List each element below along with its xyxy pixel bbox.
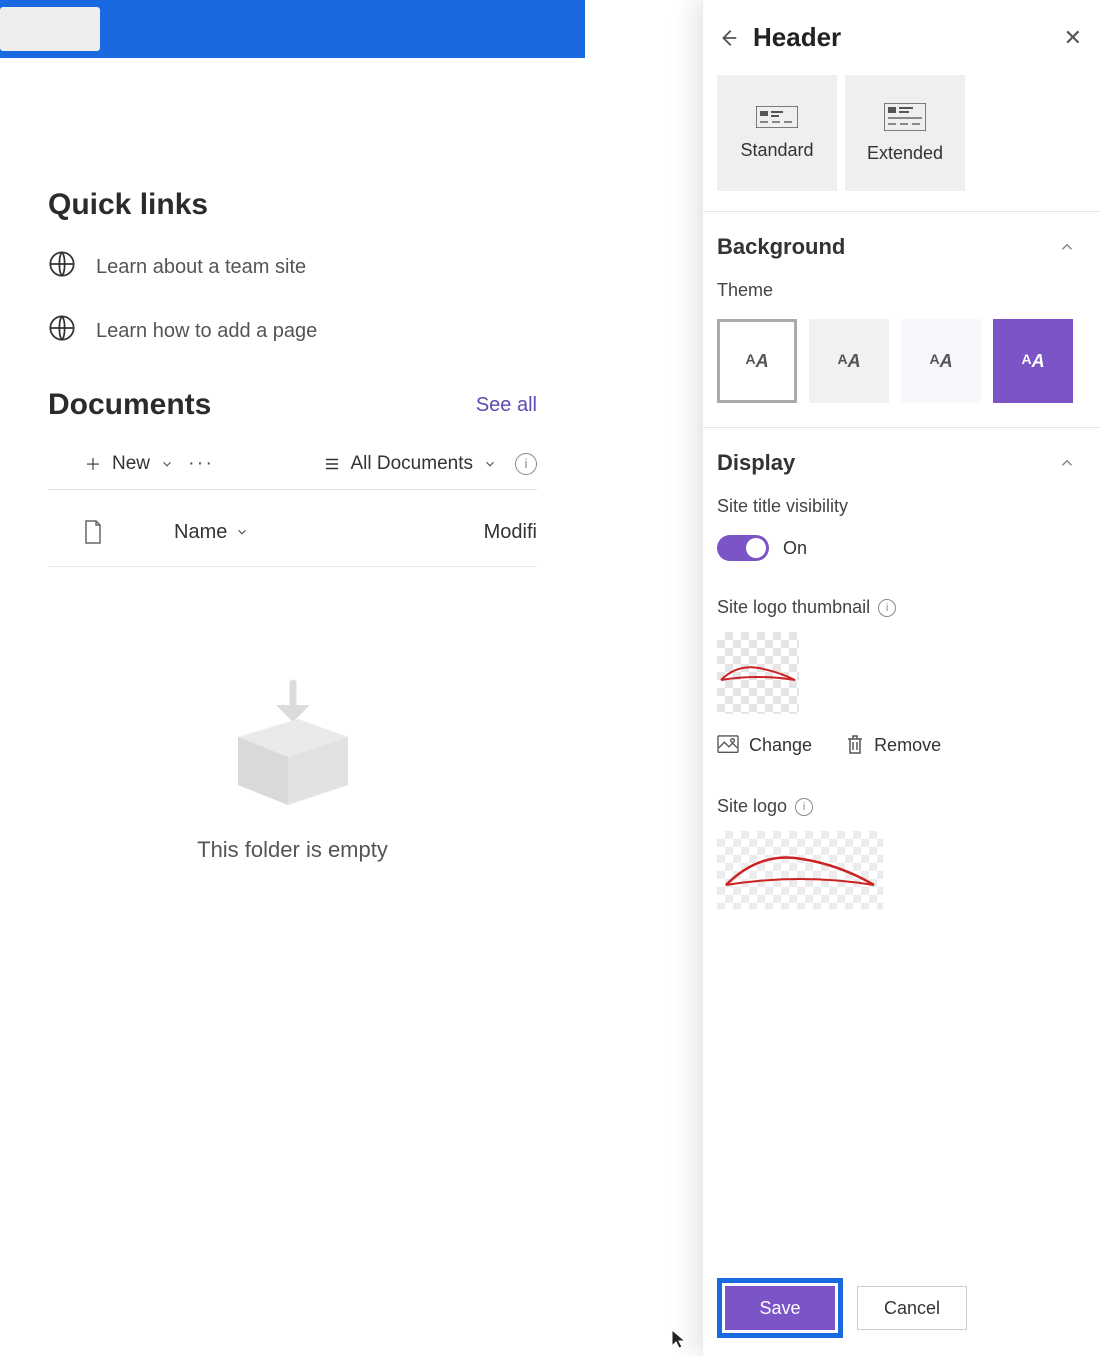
- name-column-header[interactable]: Name: [138, 521, 484, 544]
- file-type-column[interactable]: [48, 520, 138, 544]
- info-icon[interactable]: i: [515, 453, 537, 475]
- new-button-label: New: [112, 453, 150, 475]
- close-icon[interactable]: ✕: [1064, 25, 1082, 51]
- layout-standard-label: Standard: [740, 140, 813, 161]
- site-title-toggle[interactable]: [717, 535, 769, 561]
- documents-column-header: Name Modifi: [48, 498, 537, 567]
- document-icon: [83, 520, 103, 544]
- site-logo-preview: [717, 831, 883, 909]
- remove-label: Remove: [874, 735, 941, 756]
- background-section-header[interactable]: Background: [703, 212, 1100, 268]
- site-logo-thumbnail-label: Site logo thumbnail: [717, 597, 870, 618]
- info-icon[interactable]: i: [795, 798, 813, 816]
- site-logo-thumbnail-preview: [717, 632, 799, 714]
- chevron-down-icon: [235, 525, 249, 539]
- chevron-down-icon: [160, 457, 174, 471]
- display-section-title: Display: [717, 450, 795, 476]
- globe-icon: [48, 314, 76, 348]
- display-section-header[interactable]: Display: [703, 428, 1100, 484]
- globe-icon: [48, 250, 76, 284]
- theme-option-light[interactable]: A: [717, 319, 797, 403]
- aa-glyph: A: [837, 351, 860, 372]
- trash-icon: [846, 734, 864, 756]
- quick-links-heading: Quick links: [48, 188, 537, 222]
- cursor-icon: [670, 1328, 688, 1350]
- header-settings-panel: Header ✕ Standard Extended Ba: [702, 0, 1100, 1356]
- modified-column-header[interactable]: Modifi: [484, 521, 537, 544]
- panel-footer: Save Cancel: [717, 1278, 1086, 1338]
- panel-title: Header: [753, 22, 841, 53]
- empty-folder: This folder is empty: [48, 567, 537, 863]
- back-arrow-icon[interactable]: [717, 27, 739, 49]
- chevron-down-icon: [483, 457, 497, 471]
- theme-label: Theme: [717, 280, 1086, 301]
- view-selector[interactable]: All Documents: [323, 453, 498, 475]
- aa-glyph: A: [929, 351, 952, 372]
- view-label: All Documents: [351, 453, 474, 475]
- chevron-up-icon: [1058, 454, 1076, 472]
- more-options-button[interactable]: ···: [188, 452, 214, 475]
- site-logo-label: Site logo: [717, 796, 787, 817]
- logo-preview-icon: [717, 662, 799, 684]
- documents-toolbar: New ··· All Documents i: [48, 452, 537, 490]
- theme-option-purple[interactable]: A: [993, 319, 1073, 403]
- theme-options: A A A A: [717, 319, 1086, 403]
- aa-glyph: A: [1021, 351, 1044, 372]
- info-icon[interactable]: i: [878, 599, 896, 617]
- picture-icon: [717, 735, 739, 755]
- chevron-up-icon: [1058, 238, 1076, 256]
- quick-link-label: Learn about a team site: [96, 256, 306, 279]
- layout-options: Standard Extended: [703, 75, 1100, 211]
- top-bar: [0, 0, 585, 58]
- quick-link-label: Learn how to add a page: [96, 320, 317, 343]
- change-label: Change: [749, 735, 812, 756]
- layout-extended[interactable]: Extended: [845, 75, 965, 191]
- remove-logo-button[interactable]: Remove: [846, 734, 941, 756]
- toggle-state-label: On: [783, 538, 807, 559]
- layout-extended-label: Extended: [867, 143, 943, 164]
- logo-preview-icon: [720, 845, 880, 895]
- save-button-highlight: Save: [717, 1278, 843, 1338]
- change-logo-button[interactable]: Change: [717, 734, 812, 756]
- cancel-button[interactable]: Cancel: [857, 1286, 967, 1330]
- aa-glyph: A: [745, 351, 768, 372]
- empty-folder-text: This folder is empty: [197, 837, 388, 863]
- see-all-link[interactable]: See all: [476, 394, 537, 417]
- theme-option-lavender[interactable]: A: [901, 319, 981, 403]
- site-title-visibility-label: Site title visibility: [717, 496, 1086, 517]
- empty-folder-icon: [218, 677, 368, 807]
- search-input[interactable]: [0, 7, 100, 51]
- save-button[interactable]: Save: [725, 1286, 835, 1330]
- extended-layout-icon: [884, 103, 926, 131]
- quick-link-item[interactable]: Learn how to add a page: [48, 314, 537, 348]
- main-content: Quick links Learn about a team site Lear…: [0, 58, 585, 863]
- documents-heading: Documents: [48, 388, 211, 422]
- layout-standard[interactable]: Standard: [717, 75, 837, 191]
- background-section-title: Background: [717, 234, 845, 260]
- quick-link-item[interactable]: Learn about a team site: [48, 250, 537, 284]
- theme-option-gray[interactable]: A: [809, 319, 889, 403]
- list-icon: [323, 457, 341, 471]
- standard-layout-icon: [756, 106, 798, 128]
- plus-icon: [84, 455, 102, 473]
- new-button[interactable]: New: [84, 453, 174, 475]
